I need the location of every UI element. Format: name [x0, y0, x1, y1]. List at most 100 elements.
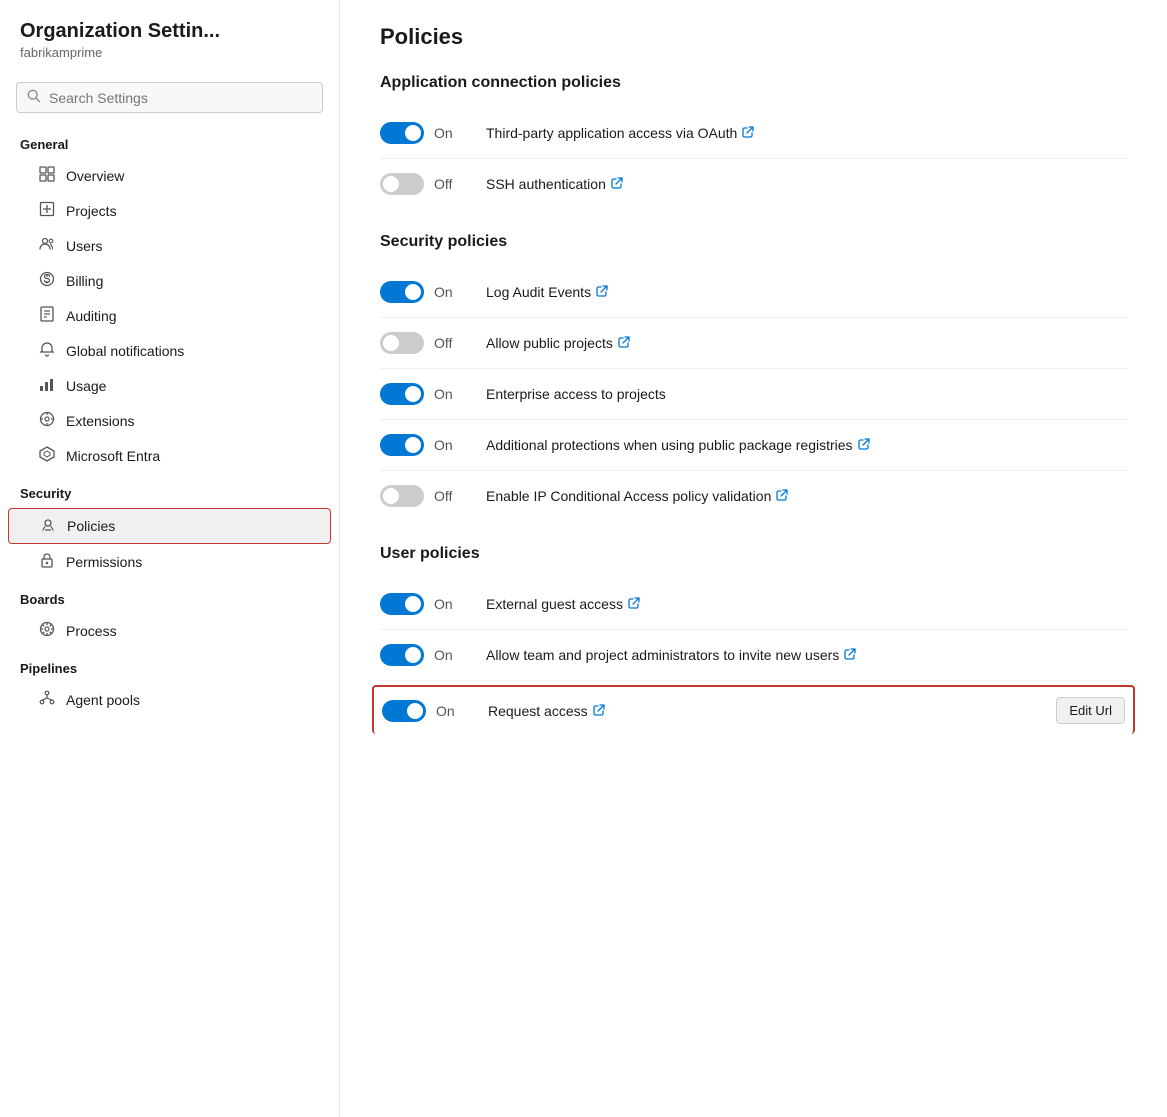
toggle-label-package-registries: On — [434, 437, 462, 453]
policy-name-ssh: SSH authentication — [486, 176, 1127, 192]
policy-row-log-audit: On Log Audit Events — [380, 267, 1127, 318]
toggle-oauth[interactable] — [380, 122, 424, 144]
main-content: Policies Application connection policies… — [340, 0, 1167, 1117]
toggle-wrapper-ip-conditional: Off — [380, 485, 470, 507]
page-title: Policies — [380, 24, 1127, 50]
toggle-label-invite-users: On — [434, 647, 462, 663]
policy-name-log-audit: Log Audit Events — [486, 284, 1127, 300]
toggle-request-access[interactable] — [382, 700, 426, 722]
toggle-guest-access[interactable] — [380, 593, 424, 615]
auditing-icon — [38, 306, 56, 326]
toggle-label-enterprise-access: On — [434, 386, 462, 402]
users-icon — [38, 236, 56, 256]
sidebar-section-general: General — [0, 125, 339, 158]
toggle-ip-conditional[interactable] — [380, 485, 424, 507]
sidebar-item-microsoft-entra[interactable]: Microsoft Entra — [8, 439, 331, 473]
policy-link-public-projects[interactable] — [618, 337, 630, 351]
sidebar-item-global-notifications[interactable]: Global notifications — [8, 334, 331, 368]
policy-link-oauth[interactable] — [742, 127, 754, 141]
sidebar-item-agent-pools[interactable]: Agent pools — [8, 683, 331, 717]
sidebar-section-boards: Boards — [0, 580, 339, 613]
toggle-wrapper-enterprise-access: On — [380, 383, 470, 405]
toggle-ssh[interactable] — [380, 173, 424, 195]
policy-link-ssh[interactable] — [611, 178, 623, 192]
global-notifications-icon — [38, 341, 56, 361]
org-title: Organization Settin... — [20, 20, 319, 43]
policy-row-ssh: Off SSH authentication — [380, 159, 1127, 209]
section-user-policies: User policiesOnExternal guest accessOnAl… — [380, 545, 1127, 734]
toggle-label-public-projects: Off — [434, 335, 462, 351]
toggle-wrapper-package-registries: On — [380, 434, 470, 456]
toggle-invite-users[interactable] — [380, 644, 424, 666]
toggle-label-ip-conditional: Off — [434, 488, 462, 504]
section-title-user-policies: User policies — [380, 545, 1127, 563]
org-subtitle: fabrikamprime — [20, 45, 319, 60]
toggle-label-guest-access: On — [434, 596, 462, 612]
usage-icon — [38, 376, 56, 396]
policy-row-package-registries: OnAdditional protections when using publ… — [380, 420, 1127, 471]
toggle-wrapper-guest-access: On — [380, 593, 470, 615]
policy-name-public-projects: Allow public projects — [486, 335, 1127, 351]
sidebar-item-auditing[interactable]: Auditing — [8, 299, 331, 333]
policy-row-guest-access: On External guest access — [380, 579, 1127, 630]
sidebar-item-label-permissions: Permissions — [66, 554, 142, 570]
sidebar-item-projects[interactable]: Projects — [8, 194, 331, 228]
sidebar-item-permissions[interactable]: Permissions — [8, 545, 331, 579]
search-box[interactable] — [16, 82, 323, 113]
search-input[interactable] — [49, 90, 312, 106]
overview-icon — [38, 166, 56, 186]
projects-icon — [38, 201, 56, 221]
toggle-wrapper-public-projects: Off — [380, 332, 470, 354]
toggle-label-oauth: On — [434, 125, 462, 141]
policy-link-guest-access[interactable] — [628, 598, 640, 612]
sidebar-item-label-usage: Usage — [66, 378, 106, 394]
policy-name-oauth: Third-party application access via OAuth — [486, 125, 1127, 141]
toggle-enterprise-access[interactable] — [380, 383, 424, 405]
sidebar-item-overview[interactable]: Overview — [8, 159, 331, 193]
sidebar-item-label-billing: Billing — [66, 273, 103, 289]
search-icon — [27, 89, 41, 106]
toggle-package-registries[interactable] — [380, 434, 424, 456]
toggle-wrapper-request-access: On — [382, 700, 472, 722]
sidebar-item-label-microsoft-entra: Microsoft Entra — [66, 448, 160, 464]
sidebar-item-process[interactable]: Process — [8, 614, 331, 648]
toggle-public-projects[interactable] — [380, 332, 424, 354]
policy-link-log-audit[interactable] — [596, 286, 608, 300]
agent-pools-icon — [38, 690, 56, 710]
policy-link-request-access[interactable] — [593, 705, 605, 719]
policy-link-ip-conditional[interactable] — [776, 490, 788, 504]
sidebar-item-label-global-notifications: Global notifications — [66, 343, 184, 359]
policy-link-invite-users[interactable] — [844, 649, 856, 663]
toggle-label-ssh: Off — [434, 176, 462, 192]
sidebar-item-label-agent-pools: Agent pools — [66, 692, 140, 708]
sidebar-item-billing[interactable]: Billing — [8, 264, 331, 298]
policy-link-package-registries[interactable] — [858, 439, 870, 453]
sidebar-item-policies[interactable]: Policies — [8, 508, 331, 544]
sidebar-item-users[interactable]: Users — [8, 229, 331, 263]
section-title-security-policies: Security policies — [380, 233, 1127, 251]
sidebar-header: Organization Settin... fabrikamprime — [0, 0, 339, 70]
sidebar-section-security: Security — [0, 474, 339, 507]
toggle-wrapper-ssh: Off — [380, 173, 470, 195]
toggle-log-audit[interactable] — [380, 281, 424, 303]
policy-name-ip-conditional: Enable IP Conditional Access policy vali… — [486, 488, 1127, 504]
policy-name-guest-access: External guest access — [486, 596, 1127, 612]
policy-name-enterprise-access: Enterprise access to projects — [486, 386, 1127, 402]
toggle-wrapper-oauth: On — [380, 122, 470, 144]
policies-icon — [39, 516, 57, 536]
permissions-icon — [38, 552, 56, 572]
microsoft-entra-icon — [38, 446, 56, 466]
policy-row-public-projects: Off Allow public projects — [380, 318, 1127, 369]
toggle-wrapper-invite-users: On — [380, 644, 470, 666]
toggle-label-log-audit: On — [434, 284, 462, 300]
section-application-connection: Application connection policies On Third-p… — [380, 74, 1127, 209]
sidebar-item-label-projects: Projects — [66, 203, 117, 219]
policy-name-request-access: Request access — [488, 703, 1040, 719]
sidebar-item-extensions[interactable]: Extensions — [8, 404, 331, 438]
sidebar-item-label-users: Users — [66, 238, 103, 254]
sidebar-item-label-auditing: Auditing — [66, 308, 117, 324]
edit-url-button[interactable]: Edit Url — [1056, 697, 1125, 724]
policy-row-ip-conditional: Off Enable IP Conditional Access policy v… — [380, 471, 1127, 521]
section-title-application-connection: Application connection policies — [380, 74, 1127, 92]
sidebar-item-usage[interactable]: Usage — [8, 369, 331, 403]
